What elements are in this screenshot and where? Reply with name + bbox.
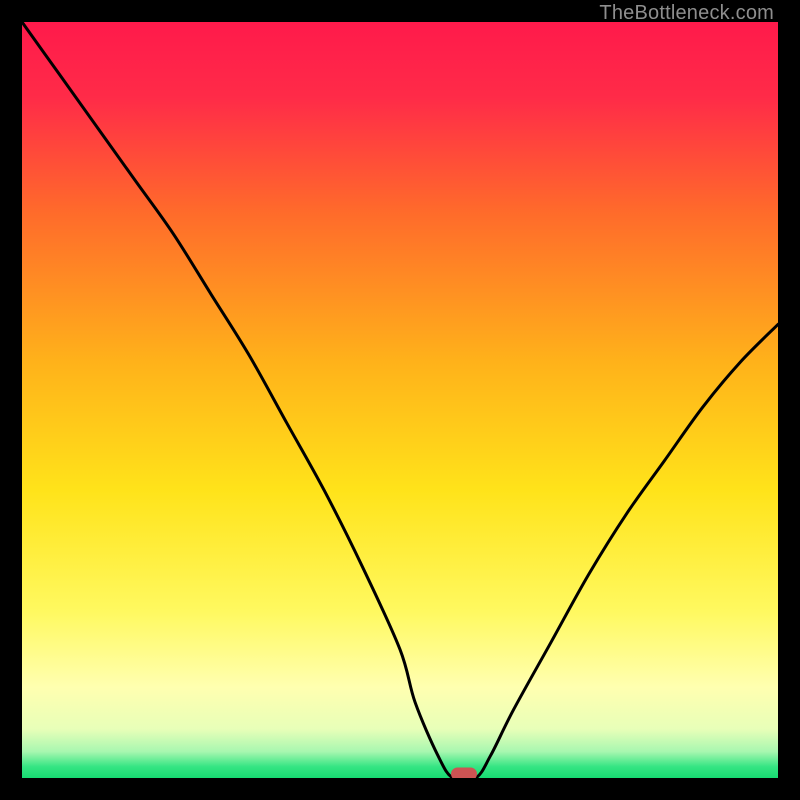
- plot-area: [22, 22, 778, 778]
- gradient-background: [22, 22, 778, 778]
- optimal-point-marker: [451, 768, 477, 778]
- chart-svg: [22, 22, 778, 778]
- chart-frame: TheBottleneck.com: [0, 0, 800, 800]
